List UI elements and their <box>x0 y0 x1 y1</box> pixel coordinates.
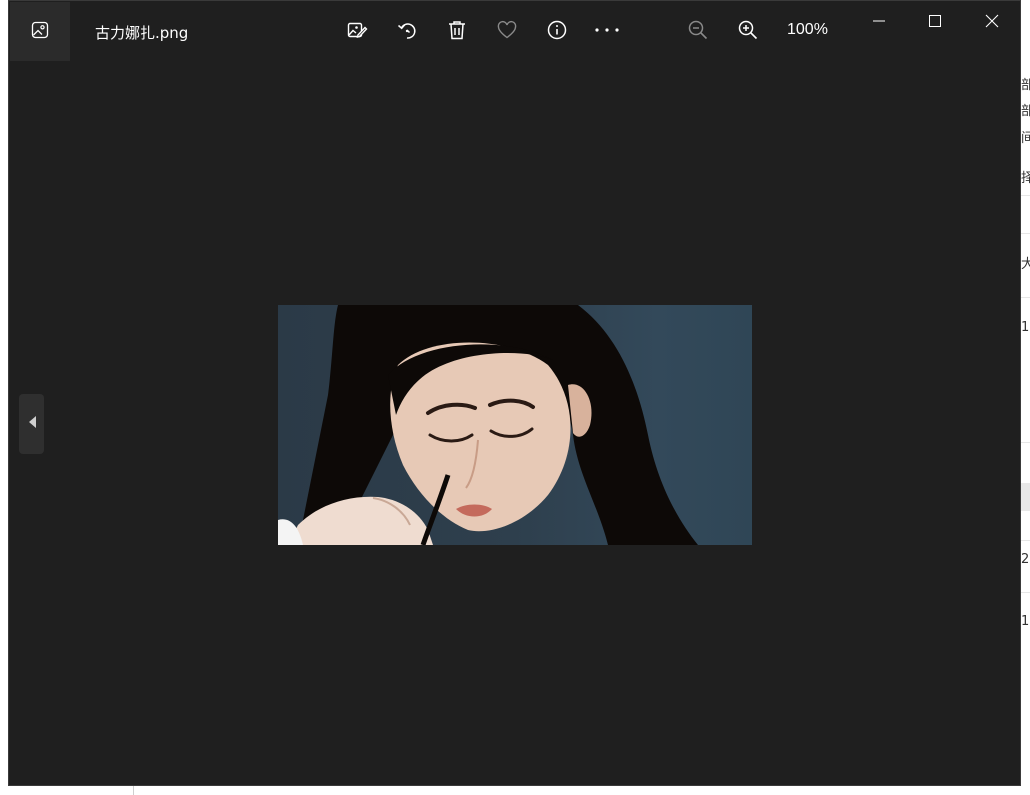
maximize-icon <box>928 13 942 32</box>
zoom-out-button[interactable] <box>683 17 713 47</box>
background-text: 1 <box>1021 614 1030 629</box>
background-divider <box>1021 297 1030 298</box>
favorite-button[interactable] <box>492 17 522 47</box>
zoom-out-icon <box>687 19 709 45</box>
maximize-button[interactable] <box>915 9 955 35</box>
rotate-icon <box>396 19 418 45</box>
background-text: 1 <box>1021 320 1030 335</box>
background-divider <box>133 786 134 795</box>
background-divider <box>1021 195 1030 196</box>
edit-image-icon <box>346 19 368 45</box>
trash-icon <box>446 19 468 45</box>
background-text: 部 <box>1021 104 1030 119</box>
app-logo[interactable] <box>10 2 70 61</box>
photos-app-icon <box>30 20 50 44</box>
background-divider <box>1021 442 1030 443</box>
background-text: 部 <box>1021 78 1030 93</box>
background-text: 大 <box>1021 257 1030 272</box>
zoom-level[interactable]: 100% <box>787 21 828 39</box>
minimize-icon <box>872 13 886 32</box>
edit-image-button[interactable] <box>342 17 372 47</box>
displayed-photo <box>278 305 752 545</box>
rotate-button[interactable] <box>392 17 422 47</box>
background-text: 择 <box>1021 171 1030 186</box>
delete-button[interactable] <box>442 17 472 47</box>
more-button[interactable] <box>592 17 622 47</box>
zoom-in-icon <box>737 19 759 45</box>
chevron-left-icon <box>26 414 38 434</box>
close-button[interactable] <box>972 9 1012 35</box>
info-icon <box>546 19 568 45</box>
background-divider <box>1021 233 1030 234</box>
photo-viewer-window: 古力娜扎.png 100% <box>8 0 1021 786</box>
file-title: 古力娜扎.png <box>95 24 189 42</box>
background-text: 2 <box>1021 552 1030 567</box>
info-button[interactable] <box>542 17 572 47</box>
minimize-button[interactable] <box>859 9 899 35</box>
previous-image-button[interactable] <box>19 394 44 454</box>
more-icon <box>594 19 620 45</box>
background-divider <box>1021 592 1030 593</box>
zoom-in-button[interactable] <box>733 17 763 47</box>
background-highlight-row <box>1021 483 1030 511</box>
heart-icon <box>496 19 518 45</box>
background-window: 部 部 间 择 大 1 2 1 <box>1021 0 1030 795</box>
background-text: 间 <box>1021 131 1030 146</box>
close-icon <box>985 13 999 32</box>
background-divider <box>1021 540 1030 541</box>
